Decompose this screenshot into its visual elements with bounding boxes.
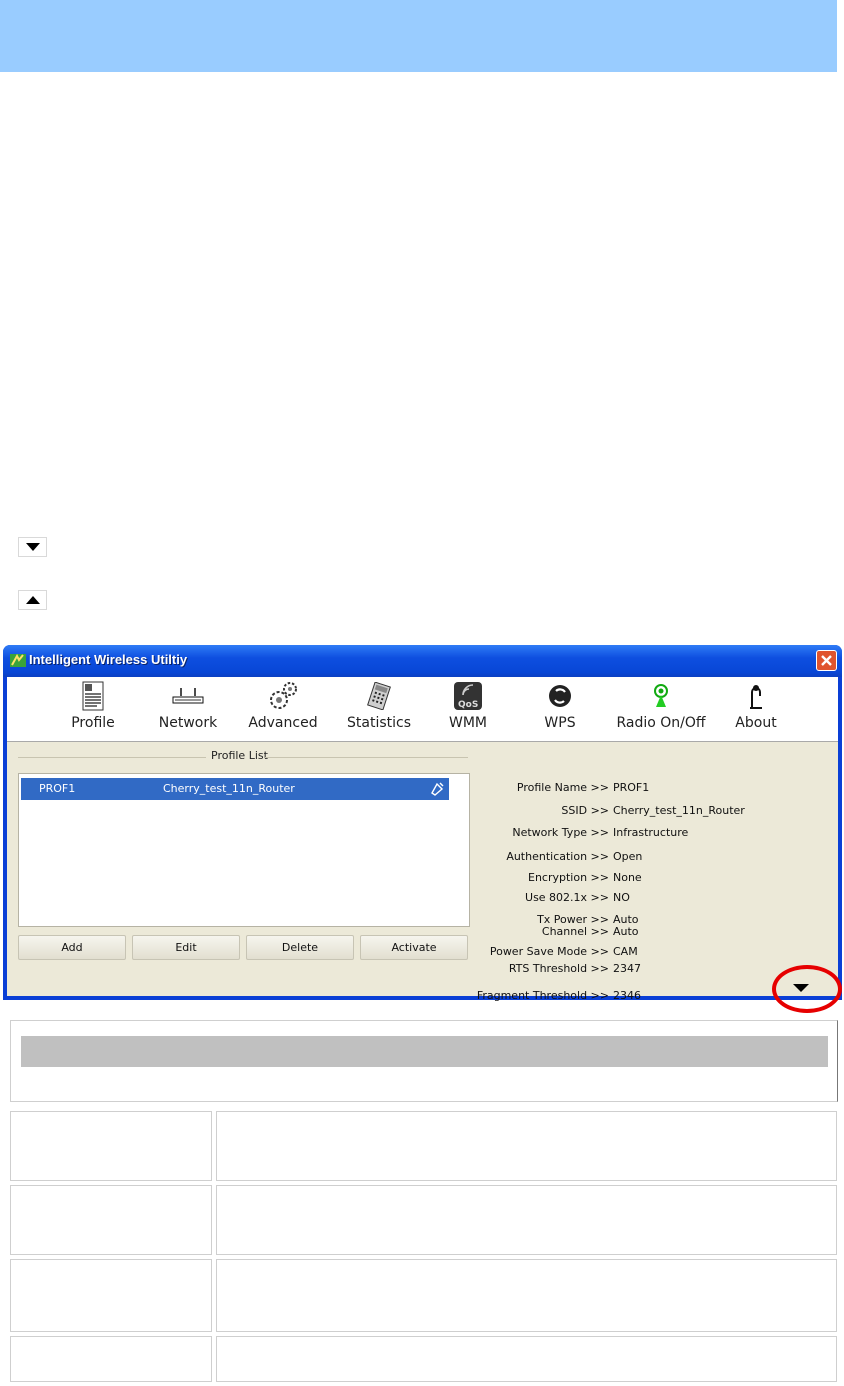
detail-row: Network Type >> Infrastructure [467, 826, 688, 840]
detail-key: Fragment Threshold >> [476, 989, 609, 1002]
tool-about[interactable]: About [731, 679, 781, 731]
detail-key: SSID >> [561, 804, 609, 817]
detail-key: Network Type >> [512, 826, 609, 839]
tool-label: WPS [544, 715, 576, 731]
table-cell [216, 1336, 837, 1382]
table-header-bar [21, 1036, 828, 1067]
tool-label: Radio On/Off [616, 715, 706, 731]
delete-button[interactable]: Delete [246, 935, 354, 960]
table-cell [10, 1259, 212, 1332]
group-divider [18, 757, 206, 758]
detail-key: Encryption >> [528, 871, 609, 884]
utility-window: Intelligent Wireless Utiltiy Profile Net… [3, 645, 842, 1002]
detail-row: SSID >> Cherry_test_11n_Router [467, 804, 744, 818]
table-cell [216, 1259, 837, 1332]
close-button[interactable] [816, 650, 837, 671]
activate-button[interactable]: Activate [360, 935, 468, 960]
gears-icon [266, 679, 300, 713]
tool-label: Profile [71, 715, 115, 731]
detail-value: Auto [613, 925, 639, 938]
add-button[interactable]: Add [18, 935, 126, 960]
expand-arrow-icon [18, 537, 47, 557]
detail-value: PROF1 [613, 781, 650, 794]
qos-icon: QoS [451, 679, 485, 713]
detail-row: Profile Name >> PROF1 [467, 781, 649, 795]
radio-icon [644, 679, 678, 713]
detail-row: RTS Threshold >> 2347 [467, 962, 641, 976]
profile-list-title: Profile List [211, 749, 268, 762]
detail-key: Authentication >> [506, 850, 609, 863]
tool-label: About [735, 715, 777, 731]
tool-network[interactable]: Network [157, 679, 219, 731]
tool-label: WMM [448, 715, 487, 731]
table-cell [216, 1111, 837, 1181]
wps-icon [543, 679, 577, 713]
highlight-circle [772, 965, 842, 1013]
table-cell [216, 1185, 837, 1255]
detail-key: RTS Threshold >> [508, 962, 609, 975]
profile-name-cell: PROF1 [39, 782, 76, 795]
main-toolbar: Profile Network Advanced Statistics QoS … [7, 677, 838, 742]
detail-value: 2347 [613, 962, 641, 975]
detail-row: Encryption >> None [467, 871, 642, 885]
close-icon [821, 655, 832, 666]
table-cell [10, 1111, 212, 1181]
detail-key: Use 802.1x >> [525, 891, 609, 904]
collapse-arrow-icon [18, 590, 47, 610]
window-client: Profile Network Advanced Statistics QoS … [7, 677, 838, 1002]
top-banner [0, 0, 837, 72]
detail-key: Power Save Mode >> [489, 945, 609, 958]
detail-value: CAM [613, 945, 638, 958]
tool-wps[interactable]: WPS [537, 679, 583, 731]
detail-row: Power Save Mode >> CAM [467, 945, 638, 959]
router-icon [171, 679, 205, 713]
table-row[interactable]: PROF1 Cherry_test_11n_Router [21, 778, 449, 800]
profile-list[interactable]: PROF1 Cherry_test_11n_Router [18, 773, 470, 927]
app-icon [10, 653, 26, 667]
detail-key: Profile Name >> [516, 781, 609, 794]
tool-label: Network [158, 715, 218, 731]
calculator-icon [362, 679, 396, 713]
tool-wmm[interactable]: QoS WMM [445, 679, 491, 731]
profile-icon [76, 679, 110, 713]
tool-profile[interactable]: Profile [69, 679, 117, 731]
table-cell [10, 1185, 212, 1255]
group-divider [265, 757, 468, 758]
detail-value: NO [613, 891, 630, 904]
svg-text:QoS: QoS [458, 700, 478, 710]
edit-button[interactable]: Edit [132, 935, 240, 960]
detail-row: Use 802.1x >> NO [467, 891, 630, 905]
title-bar[interactable]: Intelligent Wireless Utiltiy [3, 645, 842, 677]
profile-details: Profile Name >> PROF1 SSID >> Cherry_tes… [467, 781, 844, 941]
about-icon [739, 679, 773, 713]
detail-row: Authentication >> Open [467, 850, 642, 864]
window-title: Intelligent Wireless Utiltiy [29, 652, 188, 667]
detail-row: Channel >> Auto [467, 925, 639, 939]
tool-label: Advanced [248, 715, 318, 731]
table-cell [10, 1336, 212, 1382]
profile-details-lower: Channel >> Auto Power Save Mode >> CAM R… [467, 925, 767, 991]
tool-advanced[interactable]: Advanced [247, 679, 319, 731]
ssid-cell: Cherry_test_11n_Router [163, 782, 295, 795]
table-header-box [10, 1020, 838, 1102]
detail-value: None [613, 871, 642, 884]
detail-row: Fragment Threshold >> 2346 [467, 989, 641, 1003]
tool-label: Statistics [347, 715, 411, 731]
detail-key: Channel >> [541, 925, 609, 938]
detail-value: 2346 [613, 989, 641, 1002]
detail-value: Cherry_test_11n_Router [613, 804, 745, 817]
detail-value: Infrastructure [613, 826, 689, 839]
tool-radio[interactable]: Radio On/Off [615, 679, 707, 731]
detail-value: Open [613, 850, 643, 863]
tool-statistics[interactable]: Statistics [343, 679, 415, 731]
active-profile-icon [431, 782, 444, 796]
